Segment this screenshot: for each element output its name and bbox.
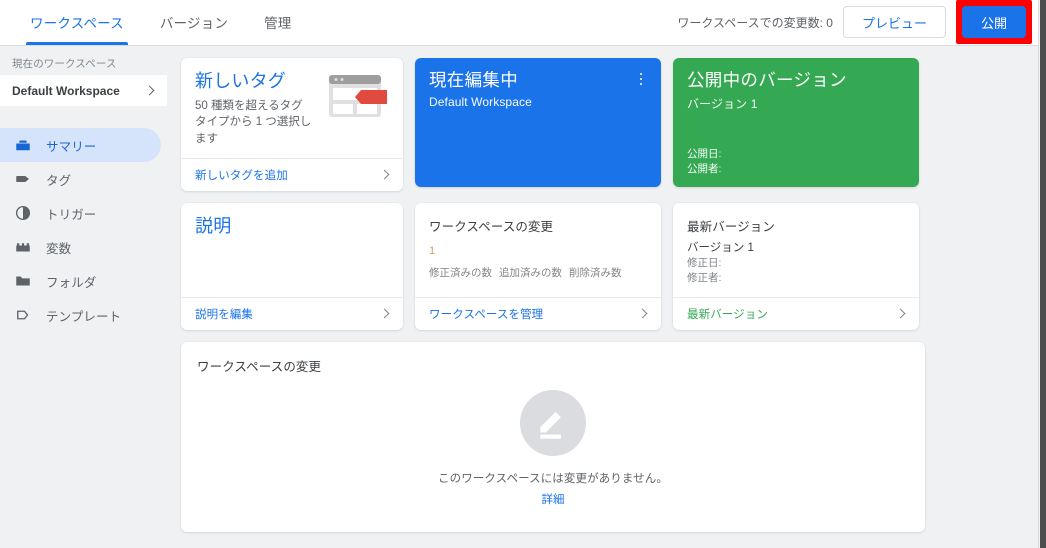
new-tag-card-footer[interactable]: 新しいタグを追加 bbox=[181, 157, 403, 191]
template-icon bbox=[14, 306, 32, 324]
sidebar-item-tags[interactable]: タグ bbox=[0, 162, 161, 196]
preview-button[interactable]: プレビュー bbox=[842, 6, 946, 38]
workspace-changes-panel-title: ワークスペースの変更 bbox=[197, 360, 322, 375]
chevron-right-icon bbox=[895, 308, 907, 320]
top-bar-actions: ワークスペースでの変更数: 0 プレビュー 公開 bbox=[677, 0, 1038, 45]
sidebar-item-variables[interactable]: 変数 bbox=[0, 230, 161, 264]
sidebar-item-variables-label: 変数 bbox=[46, 241, 72, 256]
legend-deleted: 削除済み数 bbox=[569, 266, 622, 279]
latest-version-card-footer[interactable]: 最新バージョン bbox=[673, 297, 919, 330]
workspace-changes-card[interactable]: ワークスペースの変更 1 修正済みの数 追加済みの数 削除済み数 ワークスペース… bbox=[415, 202, 661, 331]
edit-description-link[interactable]: 説明を編集 bbox=[195, 306, 253, 322]
tab-versions-label: バージョン bbox=[159, 16, 229, 31]
sidebar-item-tags-label: タグ bbox=[46, 173, 72, 188]
page-scrollbar-thumb[interactable] bbox=[1040, 0, 1046, 548]
description-card[interactable]: 説明 説明を編集 bbox=[181, 202, 403, 331]
sidebar-item-folders-label: フォルダ bbox=[46, 275, 97, 290]
publish-button-label: 公開 bbox=[980, 15, 1007, 31]
tab-workspace-label: ワークスペース bbox=[30, 16, 124, 31]
empty-state-details-link[interactable]: 詳細 bbox=[542, 491, 565, 507]
tag-icon bbox=[14, 170, 32, 188]
sidebar-item-triggers-label: トリガー bbox=[46, 207, 97, 222]
new-tag-card[interactable]: 新しいタグ 50 種類を超えるタグタイプから 1 つ選択します 新しいタグを追加 bbox=[181, 58, 403, 191]
workspace-changes-card-title: ワークスペースの変更 bbox=[429, 219, 554, 234]
chevron-right-icon bbox=[379, 169, 391, 181]
latest-version-link[interactable]: 最新バージョン bbox=[687, 306, 768, 322]
new-tag-card-body: 新しいタグ 50 種類を超えるタグタイプから 1 つ選択します bbox=[181, 58, 403, 158]
workspace-changes-legend: 修正済みの数 追加済みの数 削除済み数 bbox=[429, 265, 647, 280]
latest-version-card-subtitle: バージョン 1 bbox=[687, 241, 754, 254]
variables-icon bbox=[14, 238, 32, 256]
published-version-card-title: 公開中のバージョン bbox=[687, 70, 847, 90]
sidebar-item-triggers[interactable]: トリガー bbox=[0, 196, 161, 230]
chevron-right-icon bbox=[143, 84, 157, 98]
gtm-workspace-page: ワークスペース バージョン 管理 ワークスペースでの変更数: 0 プレビュー 公… bbox=[0, 0, 1046, 548]
workspace-changes-panel: ワークスペースの変更 このワークスペースには変更がありません。 詳細 bbox=[181, 342, 925, 533]
manage-workspace-link[interactable]: ワークスペースを管理 bbox=[429, 306, 543, 322]
workspace-changes-card-footer[interactable]: ワークスペースを管理 bbox=[415, 297, 661, 330]
sidebar: 現在のワークスペース Default Workspace サマリー タグ トリガ… bbox=[0, 46, 167, 548]
publisher-label: 公開者: bbox=[687, 162, 722, 175]
workspace-selector[interactable]: Default Workspace bbox=[0, 75, 167, 106]
published-version-card[interactable]: 公開中のバージョン バージョン 1 公開日: 公開者: bbox=[673, 58, 919, 187]
trigger-icon bbox=[14, 204, 32, 222]
empty-state-text: このワークスペースには変更がありません。 bbox=[438, 473, 668, 486]
publish-button-highlight: 公開 bbox=[955, 0, 1032, 44]
kebab-menu-icon[interactable] bbox=[633, 70, 649, 88]
sidebar-item-templates-label: テンプレート bbox=[46, 309, 122, 324]
description-card-footer[interactable]: 説明を編集 bbox=[181, 297, 403, 330]
summary-card-grid: 新しいタグ 50 種類を超えるタグタイプから 1 つ選択します 新しいタグを追加… bbox=[181, 58, 1024, 331]
top-bar: ワークスペース バージョン 管理 ワークスペースでの変更数: 0 プレビュー 公… bbox=[0, 0, 1038, 46]
workspace-changes-card-body: ワークスペースの変更 1 修正済みの数 追加済みの数 削除済み数 bbox=[415, 203, 661, 298]
current-workspace-card-subtitle: Default Workspace bbox=[429, 95, 532, 109]
sidebar-item-folders[interactable]: フォルダ bbox=[0, 264, 161, 298]
sidebar-item-templates[interactable]: テンプレート bbox=[0, 298, 161, 332]
latest-version-card-title: 最新バージョン bbox=[687, 219, 775, 234]
tab-admin-label: 管理 bbox=[264, 16, 292, 31]
tab-versions[interactable]: バージョン bbox=[142, 0, 246, 45]
published-version-card-subtitle: バージョン 1 bbox=[687, 97, 758, 111]
page-scrollbar[interactable] bbox=[1038, 0, 1046, 548]
current-workspace-label: 現在のワークスペース bbox=[12, 58, 117, 70]
chevron-right-icon bbox=[637, 308, 649, 320]
workspace-selector-name: Default Workspace bbox=[12, 83, 120, 98]
legend-added: 追加済みの数 bbox=[499, 266, 562, 279]
latest-version-card-body: 最新バージョン バージョン 1 修正日: 修正者: bbox=[673, 203, 919, 298]
description-card-title: 説明 bbox=[195, 215, 232, 236]
workspace-change-count: ワークスペースでの変更数: 0 bbox=[677, 15, 833, 30]
modified-date-label: 修正日: bbox=[687, 256, 722, 269]
latest-version-card[interactable]: 最新バージョン バージョン 1 修正日: 修正者: 最新バージョン bbox=[673, 202, 919, 331]
legend-modified: 修正済みの数 bbox=[429, 266, 492, 279]
pencil-icon bbox=[520, 390, 586, 457]
new-tag-card-description: 50 種類を超えるタグタイプから 1 つ選択します bbox=[195, 99, 312, 146]
published-date-label: 公開日: bbox=[687, 147, 722, 160]
sidebar-item-summary[interactable]: サマリー bbox=[0, 128, 161, 162]
preview-button-label: プレビュー bbox=[861, 15, 927, 31]
publish-button[interactable]: 公開 bbox=[961, 6, 1026, 38]
add-new-tag-link[interactable]: 新しいタグを追加 bbox=[195, 167, 288, 183]
published-version-meta: 公開日: 公開者: bbox=[687, 147, 721, 177]
sidebar-nav: サマリー タグ トリガー 変数 フォルダ テンプレート bbox=[0, 128, 167, 332]
sidebar-item-summary-label: サマリー bbox=[46, 139, 97, 154]
tab-admin[interactable]: 管理 bbox=[246, 0, 309, 45]
empty-state: このワークスペースには変更がありません。 詳細 bbox=[181, 390, 925, 507]
workspace-changes-digit: 1 bbox=[429, 244, 436, 257]
folder-icon bbox=[14, 272, 32, 290]
tab-workspace[interactable]: ワークスペース bbox=[12, 0, 142, 45]
current-workspace-card[interactable]: 現在編集中 Default Workspace bbox=[415, 58, 661, 187]
latest-version-meta: 修正日: 修正者: bbox=[687, 256, 905, 288]
description-card-body: 説明 bbox=[181, 203, 403, 298]
main-content: 新しいタグ 50 種類を超えるタグタイプから 1 つ選択します 新しいタグを追加… bbox=[167, 46, 1038, 548]
modifier-label: 修正者: bbox=[687, 272, 722, 285]
chevron-right-icon bbox=[379, 308, 391, 320]
browser-tag-illustration-icon bbox=[327, 72, 391, 122]
current-workspace-card-title: 現在編集中 bbox=[429, 70, 518, 90]
toolbox-icon bbox=[14, 136, 32, 154]
tab-bar: ワークスペース バージョン 管理 bbox=[0, 0, 310, 45]
